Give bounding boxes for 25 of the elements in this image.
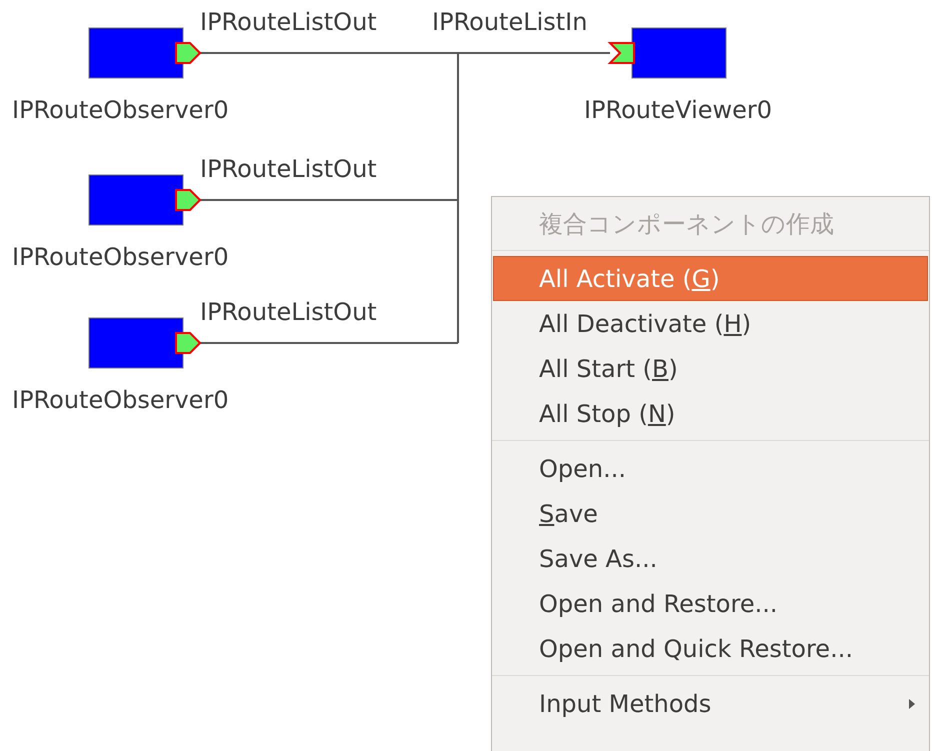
component-label: IPRouteViewer0: [582, 95, 774, 125]
menu-item[interactable]: Open and Restore...: [493, 581, 928, 626]
port-icon[interactable]: [175, 332, 202, 354]
port-label: IPRouteListOut: [200, 297, 377, 327]
menu-item[interactable]: Open...: [493, 446, 928, 491]
component-block[interactable]: [88, 28, 184, 78]
component-label: IPRouteObserver0: [12, 95, 229, 125]
component-label: IPRouteObserver0: [12, 242, 229, 272]
menu-item[interactable]: Input Methods: [493, 681, 928, 726]
menu-item[interactable]: All Start (B): [493, 346, 928, 391]
menu-item[interactable]: All Deactivate (H): [493, 301, 928, 346]
port-icon[interactable]: [175, 189, 202, 211]
component-block[interactable]: [88, 174, 184, 226]
port-icon[interactable]: [175, 42, 202, 64]
component-block[interactable]: [88, 318, 184, 368]
port-label: IPRouteListOut: [200, 154, 377, 184]
menu-item[interactable]: Save: [493, 491, 928, 536]
menu-item[interactable]: Save As...: [493, 536, 928, 581]
menu-item[interactable]: Open and Quick Restore...: [493, 626, 928, 671]
port-label: IPRouteListIn: [432, 7, 588, 37]
component-label: IPRouteObserver0: [12, 385, 229, 415]
port-icon[interactable]: [608, 42, 635, 64]
menu-item[interactable]: All Stop (N): [493, 391, 928, 436]
port-label: IPRouteListOut: [200, 7, 377, 37]
submenu-arrow-icon: [909, 698, 915, 708]
